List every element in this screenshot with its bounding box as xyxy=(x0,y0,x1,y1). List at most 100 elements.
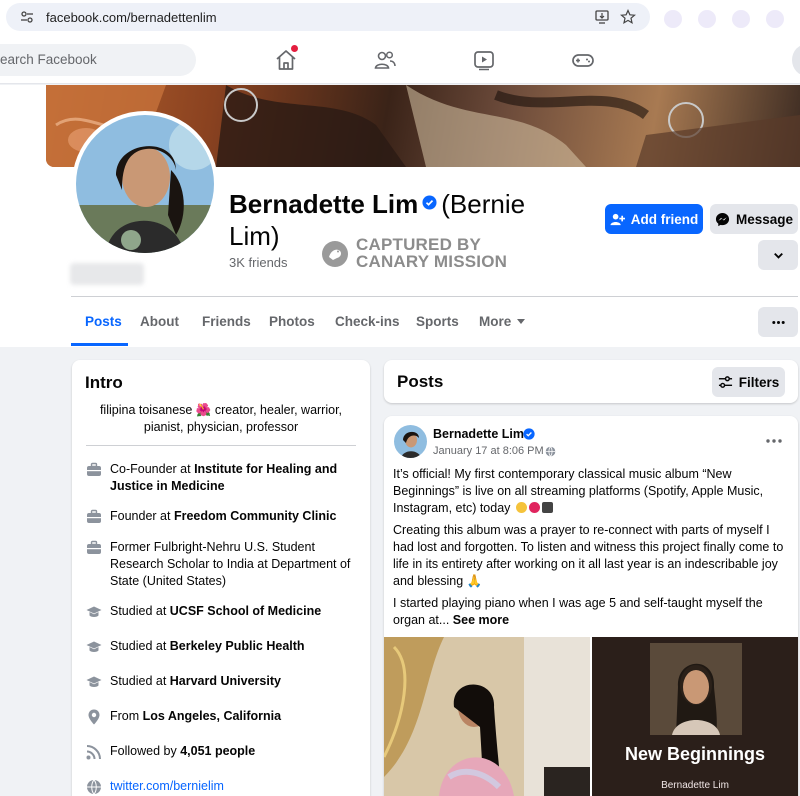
website-link[interactable]: twitter.com/bernielim xyxy=(110,778,224,795)
intro-item-link[interactable]: UCSF School of Medicine xyxy=(170,604,321,618)
more-options-dropdown[interactable] xyxy=(758,240,798,270)
tab-posts[interactable]: Posts xyxy=(85,314,122,329)
globe-icon xyxy=(87,779,101,795)
post-author-name[interactable]: Bernadette Lim xyxy=(433,427,524,441)
watermark-line-2: CANARY MISSION xyxy=(356,252,508,271)
education-icon xyxy=(86,676,102,687)
tab-more-label: More xyxy=(479,314,512,329)
post-paragraph: It’s official! My first contemporary cla… xyxy=(393,467,764,515)
message-button[interactable]: Message xyxy=(710,204,798,234)
friends-count[interactable]: 3K friends xyxy=(229,255,288,270)
intro-item-link[interactable]: Los Angeles, California xyxy=(143,709,281,723)
facebook-top-nav: earch Facebook xyxy=(0,36,800,84)
search-placeholder: earch Facebook xyxy=(0,52,97,67)
gaming-icon[interactable] xyxy=(571,48,595,72)
tab-check-ins[interactable]: Check-ins xyxy=(335,314,400,329)
friends-icon[interactable] xyxy=(373,48,397,72)
filters-button[interactable]: Filters xyxy=(712,367,785,397)
more-dots-icon xyxy=(771,320,785,324)
intro-item-website: twitter.com/bernielim xyxy=(86,778,356,795)
post-author-photo xyxy=(394,425,427,458)
piano-emoji-icon xyxy=(541,502,553,513)
intro-item-text: Studied at Harvard University xyxy=(110,674,281,688)
intro-item-text: Co-Founder at Institute for Healing and … xyxy=(110,462,338,493)
message-label: Message xyxy=(735,211,794,227)
install-app-icon[interactable] xyxy=(594,9,610,25)
add-friend-label: Add friend xyxy=(630,211,699,227)
intro-divider xyxy=(86,445,356,446)
work-icon xyxy=(87,540,101,554)
profile-menu-button[interactable] xyxy=(758,307,798,337)
profile-alternate-name-cont: Lim) xyxy=(229,221,280,251)
profile-photo xyxy=(76,115,214,253)
add-friend-button[interactable]: Add friend xyxy=(605,204,703,234)
album-cover-art xyxy=(592,637,798,796)
tab-about[interactable]: About xyxy=(140,314,179,329)
piano-photo xyxy=(384,637,590,796)
extension-icon[interactable] xyxy=(698,10,716,28)
location-icon xyxy=(88,709,100,725)
intro-item-link[interactable]: Berkeley Public Health xyxy=(170,639,305,653)
watch-icon[interactable] xyxy=(472,48,496,72)
active-tab-indicator xyxy=(71,343,128,346)
filters-icon xyxy=(718,375,732,388)
site-settings-icon[interactable] xyxy=(20,10,34,24)
filters-label: Filters xyxy=(738,374,780,390)
intro-item-link[interactable]: Harvard University xyxy=(170,674,281,688)
tab-sports[interactable]: Sports xyxy=(416,314,459,329)
heart-emoji-icon xyxy=(528,502,540,513)
watermark-text: CAPTURED BY CANARY MISSION xyxy=(356,236,507,270)
intro-item-link[interactable]: Freedom Community Clinic xyxy=(174,509,337,523)
url-field[interactable]: facebook.com/bernadettenlim xyxy=(6,3,650,31)
tab-more[interactable]: More xyxy=(479,314,526,329)
canary-bird-icon xyxy=(322,241,348,267)
url-text: facebook.com/bernadettenlim xyxy=(46,10,217,25)
work-icon xyxy=(87,462,101,476)
profile-alternate-name: (Bernie xyxy=(441,189,526,219)
work-icon xyxy=(87,509,101,523)
intro-item-work: Former Fulbright-Nehru U.S. Student Rese… xyxy=(86,539,356,590)
watermark-line-1: CAPTURED BY xyxy=(356,235,481,254)
verified-badge-icon xyxy=(523,428,535,440)
post-options-icon[interactable] xyxy=(764,434,784,448)
bookmark-star-icon[interactable] xyxy=(620,9,636,25)
intro-item-education: Studied at Harvard University xyxy=(86,673,356,690)
intro-item-text: From Los Angeles, California xyxy=(110,709,282,723)
extension-icon[interactable] xyxy=(732,10,750,28)
redacted-element xyxy=(70,263,144,285)
post-photo-piano[interactable] xyxy=(384,637,590,796)
album-artist: Bernadette Lim xyxy=(661,780,729,791)
header-divider xyxy=(71,296,798,297)
see-more-link[interactable]: See more xyxy=(453,613,509,627)
post-timestamp[interactable]: January 17 at 8:06 PM · xyxy=(433,445,550,457)
intro-item-text: Founder at Freedom Community Clinic xyxy=(110,509,337,523)
chevron-down-icon xyxy=(773,252,783,259)
emoji-icon xyxy=(515,502,527,513)
messenger-icon xyxy=(715,212,730,226)
intro-item-hometown: From Los Angeles, California xyxy=(86,708,356,725)
intro-item-followers: Followed by 4,051 people xyxy=(86,743,356,760)
search-input[interactable]: earch Facebook xyxy=(0,44,196,76)
intro-title: Intro xyxy=(85,373,123,392)
posts-title: Posts xyxy=(397,372,444,391)
profile-name-text: Bernadette Lim xyxy=(229,189,419,219)
browser-address-bar: facebook.com/bernadettenlim xyxy=(0,0,800,36)
album-title: New Beginnings xyxy=(624,744,765,764)
intro-item-text: Studied at UCSF School of Medicine xyxy=(110,604,322,618)
post-photo-album-cover[interactable] xyxy=(592,637,798,796)
post-author-avatar[interactable] xyxy=(394,425,427,458)
post-paragraph: Creating this album was a prayer to re-c… xyxy=(393,523,784,588)
extension-icon[interactable] xyxy=(766,10,784,28)
intro-item-education: Studied at Berkeley Public Health xyxy=(86,638,356,655)
post-paragraph: I started playing piano when I was age 5… xyxy=(393,596,763,627)
intro-bio: filipina toisanese 🌺 creator, healer, wa… xyxy=(99,403,343,434)
caret-down-icon xyxy=(517,319,526,324)
intro-item-work: Co-Founder at Institute for Healing and … xyxy=(86,461,356,495)
menu-button[interactable] xyxy=(792,44,800,76)
intro-item-text: Followed by 4,051 people xyxy=(110,744,256,758)
tab-friends[interactable]: Friends xyxy=(202,314,251,329)
profile-avatar[interactable] xyxy=(76,115,214,253)
education-icon xyxy=(86,641,102,652)
extension-icon[interactable] xyxy=(664,10,682,28)
tab-photos[interactable]: Photos xyxy=(269,314,315,329)
